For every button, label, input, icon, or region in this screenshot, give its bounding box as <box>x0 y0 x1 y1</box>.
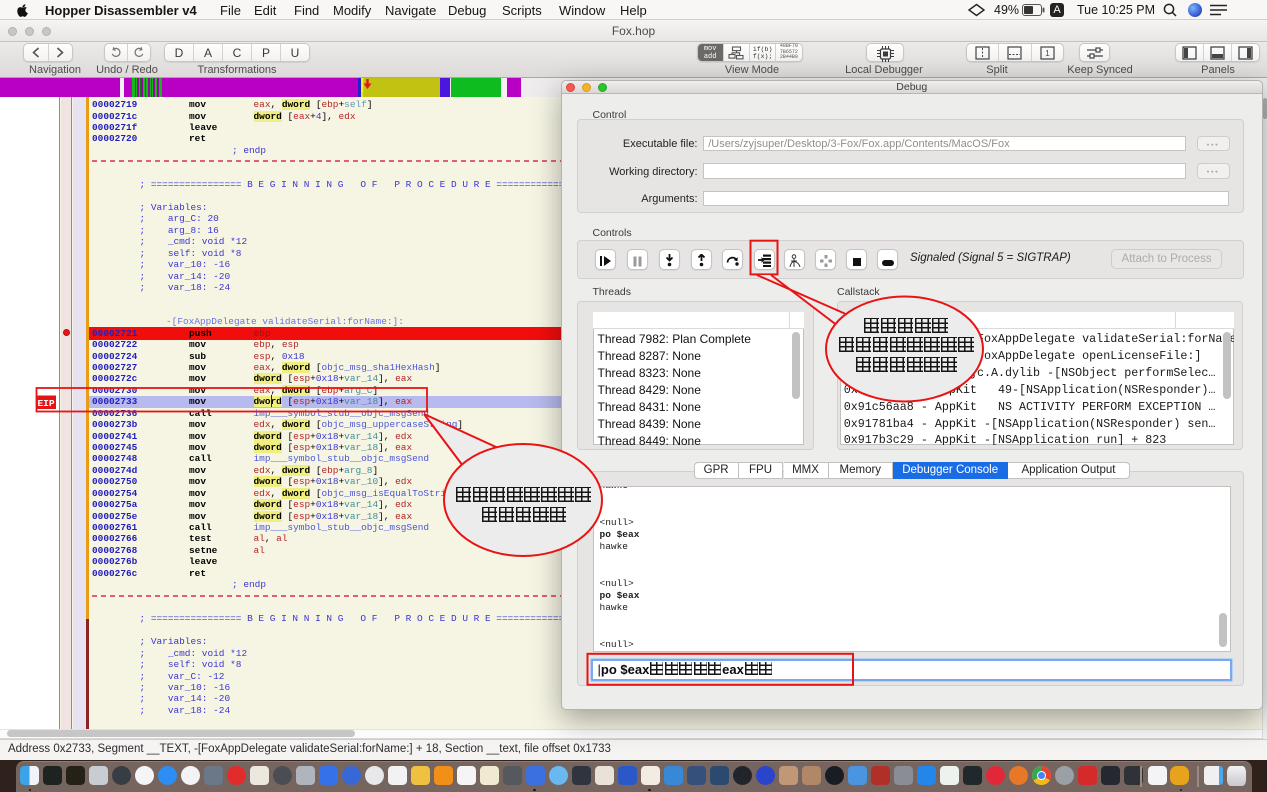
svg-text:1: 1 <box>1045 49 1050 58</box>
